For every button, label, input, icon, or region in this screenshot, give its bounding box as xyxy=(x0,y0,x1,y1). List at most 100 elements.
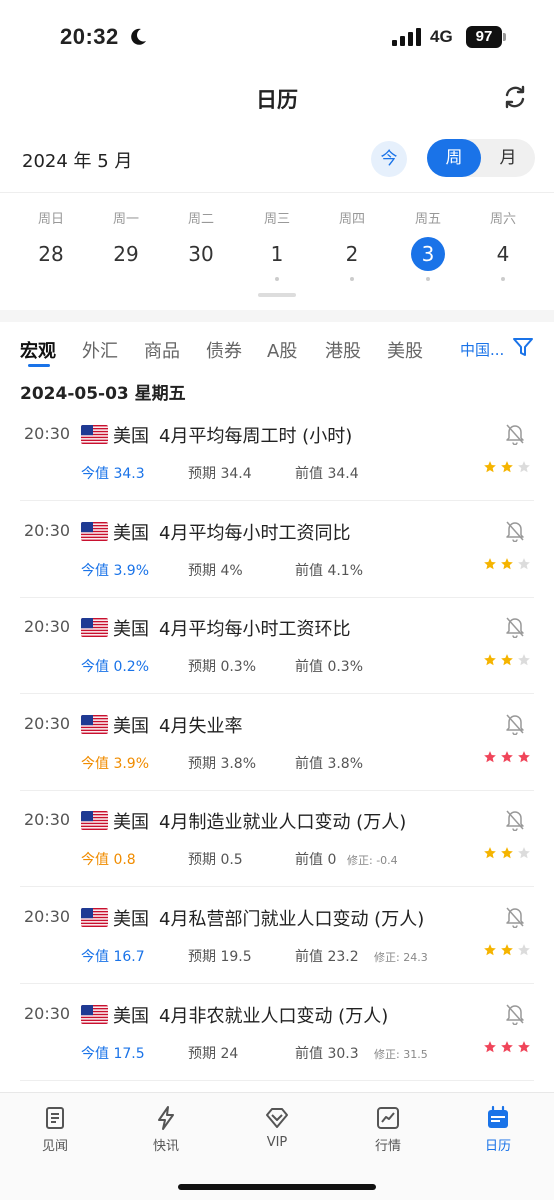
tabbar-item[interactable]: 快讯 xyxy=(126,1105,206,1154)
forecast-label: 预期 xyxy=(188,852,216,869)
day-cell[interactable]: 周三 1 xyxy=(247,200,307,290)
actual-value: 今值 0.2% xyxy=(81,656,149,676)
day-cell[interactable]: 周日 28 xyxy=(21,200,81,290)
day-name: 周五 xyxy=(414,212,441,227)
day-cell[interactable]: 周六 4 xyxy=(473,200,533,290)
us-flag-icon xyxy=(81,521,108,541)
day-cell[interactable]: 周五 3 xyxy=(398,200,458,290)
forecast-value: 预期 3.8% xyxy=(188,753,256,773)
bell-off-icon[interactable] xyxy=(505,616,525,639)
star-icon xyxy=(501,654,513,666)
bell-off-icon[interactable] xyxy=(505,906,525,929)
importance-stars xyxy=(483,556,535,572)
importance-stars xyxy=(483,942,535,958)
tabbar-item[interactable]: VIP xyxy=(237,1105,317,1150)
star-icon xyxy=(518,557,530,569)
actual-number: 3.9% xyxy=(113,562,150,579)
previous-label: 前值 xyxy=(295,949,323,965)
forecast-number: 0.5 xyxy=(220,852,243,869)
day-cell[interactable]: 周四 2 xyxy=(322,200,382,290)
previous-number: 3.8% xyxy=(327,755,364,772)
previous-value: 前值 23.2 xyxy=(295,946,359,966)
tab-underline xyxy=(28,364,50,367)
region-filter[interactable]: 中国... xyxy=(460,339,504,360)
event-time: 20:30 xyxy=(24,424,71,443)
actual-number: 34.3 xyxy=(113,466,145,482)
tab-item[interactable]: 港股 xyxy=(325,337,361,363)
bell-off-icon[interactable] xyxy=(505,713,525,736)
revised-value: 修正: 24.3 xyxy=(374,951,428,964)
forecast-value: 预期 0.5 xyxy=(188,849,243,869)
forecast-label: 预期 xyxy=(188,949,216,965)
actual-value: 今值 16.7 xyxy=(81,946,145,966)
filter-icon[interactable] xyxy=(512,336,534,358)
forecast-label: 预期 xyxy=(188,755,216,772)
event-row[interactable]: 20:30 美国 4月平均每周工时 (小时) 今值 34.3 预期 34.4 前值 34.… xyxy=(0,405,554,501)
tab-item[interactable]: 债券 xyxy=(206,337,242,363)
tab-item[interactable]: 外汇 xyxy=(82,337,118,363)
today-button[interactable]: 今 xyxy=(371,141,407,177)
previous-number: 34.4 xyxy=(327,466,359,482)
month-row: 2024 年 5 月 今 周 月 xyxy=(0,138,554,180)
event-title: 4月平均每小时工资环比 xyxy=(159,619,351,641)
day-cell[interactable]: 周一 29 xyxy=(96,200,156,290)
tab-item[interactable]: 商品 xyxy=(144,337,180,363)
star-icon xyxy=(501,557,513,569)
star-icon xyxy=(484,654,496,666)
category-tabs: 中国... 宏观 外汇 商品 债券 A股 港股 美股 xyxy=(0,330,554,370)
forecast-number: 19.5 xyxy=(220,949,252,965)
bell-off-icon[interactable] xyxy=(505,1003,525,1025)
week-view-button[interactable]: 周 xyxy=(427,139,481,177)
forecast-number: 3.8% xyxy=(220,755,257,772)
drag-handle[interactable] xyxy=(258,293,296,297)
news-icon xyxy=(46,1107,64,1129)
month-view-button[interactable]: 月 xyxy=(481,139,535,177)
bell-off-icon[interactable] xyxy=(505,809,525,832)
bell-off-icon[interactable] xyxy=(505,423,525,446)
star-icon xyxy=(484,557,496,569)
actual-number: 17.5 xyxy=(113,1045,145,1062)
event-row[interactable]: 20:30 美国 4月制造业就业人口变动 (万人) 今值 0.8 预期 0.5 前值 0修… xyxy=(0,791,554,888)
importance-stars xyxy=(483,749,535,765)
day-cell[interactable]: 周二 30 xyxy=(171,200,231,290)
actual-label: 今值 xyxy=(81,852,109,869)
tab-item[interactable]: A股 xyxy=(267,337,297,363)
forecast-number: 4% xyxy=(220,562,243,579)
actual-number: 16.7 xyxy=(113,949,145,965)
event-row[interactable]: 20:30 美国 4月平均每小时工资环比 今值 0.2% 预期 0.3% 前值 0.3% xyxy=(0,598,554,695)
tab-item[interactable]: 美股 xyxy=(387,337,423,363)
day-name: 周日 xyxy=(37,212,64,227)
event-row[interactable]: 20:30 美国 4月非农就业人口变动 (万人) 今值 17.5 预期 24 前值 30.… xyxy=(0,985,554,1081)
month-label[interactable]: 2024 年 5 月 xyxy=(22,147,132,173)
event-dot xyxy=(275,277,279,281)
event-title: 4月失业率 xyxy=(159,715,243,737)
tabbar-label: 行情 xyxy=(374,1139,401,1154)
section-separator xyxy=(0,310,554,322)
event-country: 美国 xyxy=(113,812,149,834)
event-row[interactable]: 20:30 美国 4月私营部门就业人口变动 (万人) 今值 16.7 预期 19.5 前值… xyxy=(0,888,554,984)
tab-item[interactable]: 宏观 xyxy=(20,337,56,363)
event-title: 4月平均每小时工资同比 xyxy=(159,522,351,544)
star-icon xyxy=(484,750,496,763)
battery-icon: 97 xyxy=(466,26,502,48)
week-strip: 周日 28 周一 29 周二 30 周三 1 周四 2 周五 3 周六 4 xyxy=(0,200,554,310)
event-country: 美国 xyxy=(113,715,149,737)
tabbar-item[interactable]: 行情 xyxy=(348,1105,428,1154)
battery-cap xyxy=(503,33,506,41)
event-row[interactable]: 20:30 美国 4月平均每小时工资同比 今值 3.9% 预期 4% 前值 4.1% xyxy=(0,502,554,598)
divider xyxy=(0,192,554,193)
event-row[interactable]: 20:30 美国 4月失业率 今值 3.9% 预期 3.8% 前值 3.8% xyxy=(0,695,554,791)
importance-stars xyxy=(483,845,535,861)
refresh-icon[interactable] xyxy=(502,84,528,110)
previous-number: 0 xyxy=(327,852,337,869)
page-title: 日历 xyxy=(256,88,298,112)
previous-value: 前值 34.4 xyxy=(295,463,359,483)
event-time: 20:30 xyxy=(24,810,71,830)
us-flag-icon xyxy=(81,425,108,444)
bell-off-icon[interactable] xyxy=(505,520,525,542)
tabbar-label: 见闻 xyxy=(41,1139,68,1154)
tabbar-item[interactable]: 日历 xyxy=(458,1105,538,1154)
tabbar-item[interactable]: 见闻 xyxy=(15,1105,95,1154)
chart-icon xyxy=(377,1107,399,1129)
star-icon xyxy=(518,750,530,763)
